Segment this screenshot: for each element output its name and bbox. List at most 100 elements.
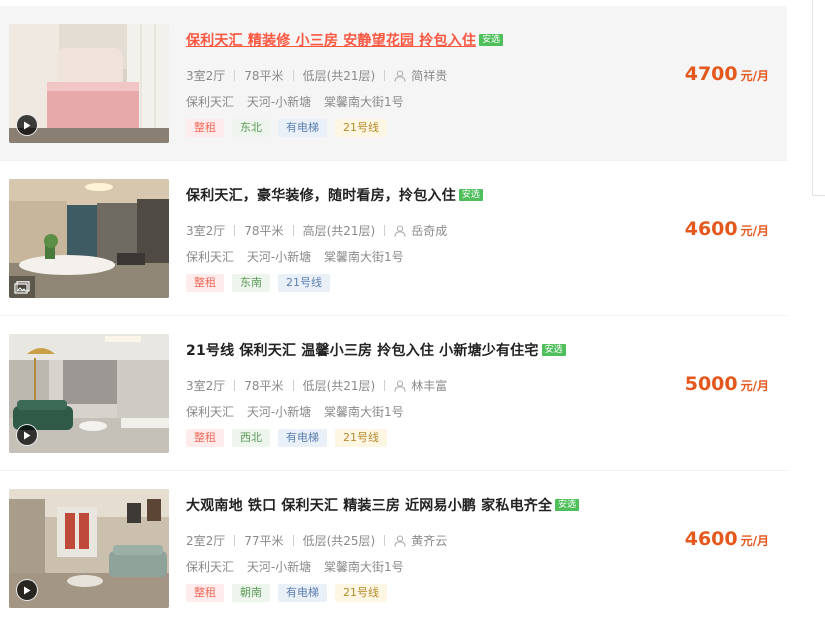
floor-level: 高层(共21层) (302, 224, 376, 238)
listing-title[interactable]: 保利天汇，豪华装修，随时看房，拎包入住 (186, 185, 456, 205)
divider (292, 535, 294, 546)
divider (384, 70, 386, 81)
divider (234, 535, 236, 546)
price-value: 5000 (684, 373, 738, 395)
district-name[interactable]: 天河-小新塘 (247, 405, 311, 419)
floor-area: 78平米 (244, 379, 284, 393)
divider (234, 380, 236, 391)
tag-metro-line: 21号线 (335, 119, 387, 137)
listing-photo[interactable] (9, 334, 169, 453)
agent-name[interactable]: 黄齐云 (411, 532, 447, 549)
floor-area: 78平米 (244, 224, 284, 238)
listing-tags: 整租 朝南 有电梯 21号线 (186, 584, 395, 602)
price-unit: 元/月 (740, 534, 769, 548)
divider (234, 70, 236, 81)
photo-album-icon[interactable] (9, 276, 35, 298)
community-name[interactable]: 保利天汇 (186, 560, 234, 574)
tag-elevator: 有电梯 (278, 584, 327, 602)
agent-person-icon (394, 69, 406, 82)
listing-photo[interactable] (9, 179, 169, 298)
agent-name[interactable]: 简祥贵 (411, 67, 447, 84)
listing-title-row[interactable]: 保利天汇，豪华装修，随时看房，拎包入住 安选 (186, 185, 483, 205)
listing-meta: 2室2厅 77平米 低层(共25层) 黄齐云 (186, 532, 447, 549)
agent-person-icon (394, 379, 406, 392)
tag-metro-line: 21号线 (335, 584, 387, 602)
listing-price: 5000 元/月 (685, 373, 769, 395)
listing-title[interactable]: 保利天汇 精装修 小三房 安静望花园 拎包入住 (186, 30, 476, 50)
agent-person-icon (394, 534, 406, 547)
tag-elevator: 有电梯 (278, 429, 327, 447)
video-play-icon[interactable] (16, 579, 38, 601)
listing-card[interactable]: 21号线 保利天汇 温馨小三房 拎包入住 小新塘少有住宅 安选 3室2厅 78平… (0, 316, 787, 471)
floor-level: 低层(共21层) (302, 69, 376, 83)
select-badge: 安选 (458, 189, 483, 201)
listing-address: 保利天汇 天河-小新塘 棠馨南大街1号 (186, 558, 413, 575)
divider (234, 225, 236, 236)
divider (384, 225, 386, 236)
floor-area: 77平米 (244, 534, 284, 548)
price-unit: 元/月 (740, 379, 769, 393)
tag-rent-type: 整租 (186, 119, 224, 137)
floor-level: 低层(共25层) (302, 534, 376, 548)
listing-price: 4700 元/月 (685, 63, 769, 85)
price-value: 4600 (684, 528, 738, 550)
listing-price: 4600 元/月 (685, 528, 769, 550)
room-layout: 3室2厅 (186, 69, 226, 83)
agent-name[interactable]: 岳奇成 (411, 222, 447, 239)
listing-photo[interactable] (9, 24, 169, 143)
tag-rent-type: 整租 (186, 274, 224, 292)
listing-address: 保利天汇 天河-小新塘 棠馨南大街1号 (186, 403, 413, 420)
agent-person-icon (394, 224, 406, 237)
listing-tags: 整租 东北 有电梯 21号线 (186, 119, 395, 137)
listing-meta: 3室2厅 78平米 高层(共21层) 岳奇成 (186, 222, 447, 239)
listing-title-row[interactable]: 大观南地 铁口 保利天汇 精装三房 近网易小鹏 家私电齐全 安选 (186, 495, 580, 515)
community-name[interactable]: 保利天汇 (186, 405, 234, 419)
listing-title[interactable]: 21号线 保利天汇 温馨小三房 拎包入住 小新塘少有住宅 (186, 340, 539, 360)
tag-rent-type: 整租 (186, 429, 224, 447)
listing-title-row[interactable]: 保利天汇 精装修 小三房 安静望花园 拎包入住 安选 (186, 30, 504, 50)
tag-metro-line: 21号线 (335, 429, 387, 447)
floor-area: 78平米 (244, 69, 284, 83)
tag-metro-line: 21号线 (278, 274, 330, 292)
listing-card[interactable]: 保利天汇，豪华装修，随时看房，拎包入住 安选 3室2厅 78平米 高层(共21层… (0, 161, 787, 316)
listing-meta: 3室2厅 78平米 低层(共21层) 简祥贵 (186, 67, 447, 84)
district-name[interactable]: 天河-小新塘 (247, 250, 311, 264)
tag-elevator: 有电梯 (278, 119, 327, 137)
listing-card[interactable]: 保利天汇 精装修 小三房 安静望花园 拎包入住 安选 3室2厅 78平米 低层(… (0, 6, 787, 161)
price-unit: 元/月 (740, 224, 769, 238)
divider (384, 380, 386, 391)
video-play-icon[interactable] (16, 114, 38, 136)
street-address: 棠馨南大街1号 (324, 560, 404, 574)
listing-title[interactable]: 大观南地 铁口 保利天汇 精装三房 近网易小鹏 家私电齐全 (186, 495, 552, 515)
price-value: 4600 (684, 218, 738, 240)
listing-price: 4600 元/月 (685, 218, 769, 240)
listing-photo[interactable] (9, 489, 169, 608)
select-badge: 安选 (479, 34, 504, 46)
select-badge: 安选 (541, 344, 566, 356)
street-address: 棠馨南大街1号 (324, 405, 404, 419)
street-address: 棠馨南大街1号 (324, 95, 404, 109)
community-name[interactable]: 保利天汇 (186, 250, 234, 264)
listing-tags: 整租 东南 21号线 (186, 274, 338, 292)
district-name[interactable]: 天河-小新塘 (247, 560, 311, 574)
listing-card[interactable]: 大观南地 铁口 保利天汇 精装三房 近网易小鹏 家私电齐全 安选 2室2厅 77… (0, 471, 787, 625)
tag-orientation: 西北 (232, 429, 270, 447)
listing-title-row[interactable]: 21号线 保利天汇 温馨小三房 拎包入住 小新塘少有住宅 安选 (186, 340, 566, 360)
floor-level: 低层(共21层) (302, 379, 376, 393)
district-name[interactable]: 天河-小新塘 (247, 95, 311, 109)
video-play-icon[interactable] (16, 424, 38, 446)
price-unit: 元/月 (740, 69, 769, 83)
agent-name[interactable]: 林丰富 (411, 377, 447, 394)
listing-list: 保利天汇 精装修 小三房 安静望花园 拎包入住 安选 3室2厅 78平米 低层(… (0, 6, 787, 625)
listing-address: 保利天汇 天河-小新塘 棠馨南大街1号 (186, 248, 413, 265)
select-badge: 安选 (555, 499, 580, 511)
side-panel-edge (812, 0, 825, 196)
community-name[interactable]: 保利天汇 (186, 95, 234, 109)
listing-meta: 3室2厅 78平米 低层(共21层) 林丰富 (186, 377, 447, 394)
street-address: 棠馨南大街1号 (324, 250, 404, 264)
price-value: 4700 (684, 63, 738, 85)
tag-orientation: 朝南 (232, 584, 270, 602)
tag-rent-type: 整租 (186, 584, 224, 602)
rental-listing-page: 保利天汇 精装修 小三房 安静望花园 拎包入住 安选 3室2厅 78平米 低层(… (0, 0, 825, 625)
room-layout: 2室2厅 (186, 534, 226, 548)
